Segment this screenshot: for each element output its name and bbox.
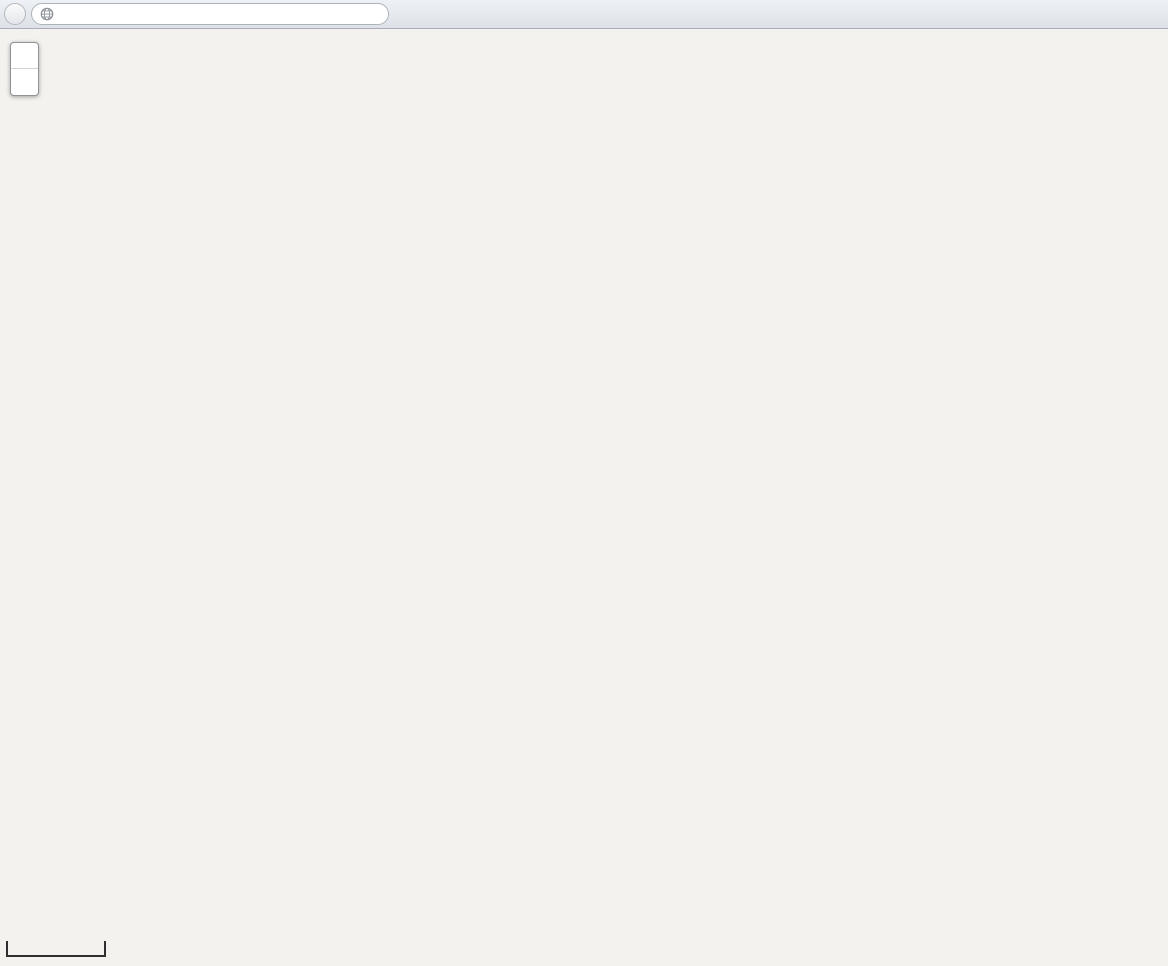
scale-bar — [6, 941, 106, 957]
browser-chrome — [0, 0, 1168, 29]
zoom-in-button[interactable] — [11, 43, 38, 69]
back-button[interactable] — [4, 3, 26, 25]
volcano-photo-overlay — [546, 346, 793, 581]
globe-icon — [40, 7, 54, 21]
app-window — [0, 0, 1168, 966]
address-bar[interactable] — [31, 3, 389, 25]
zoom-control — [10, 42, 39, 96]
map-canvas[interactable] — [0, 0, 1168, 966]
zoom-out-button[interactable] — [11, 69, 38, 95]
